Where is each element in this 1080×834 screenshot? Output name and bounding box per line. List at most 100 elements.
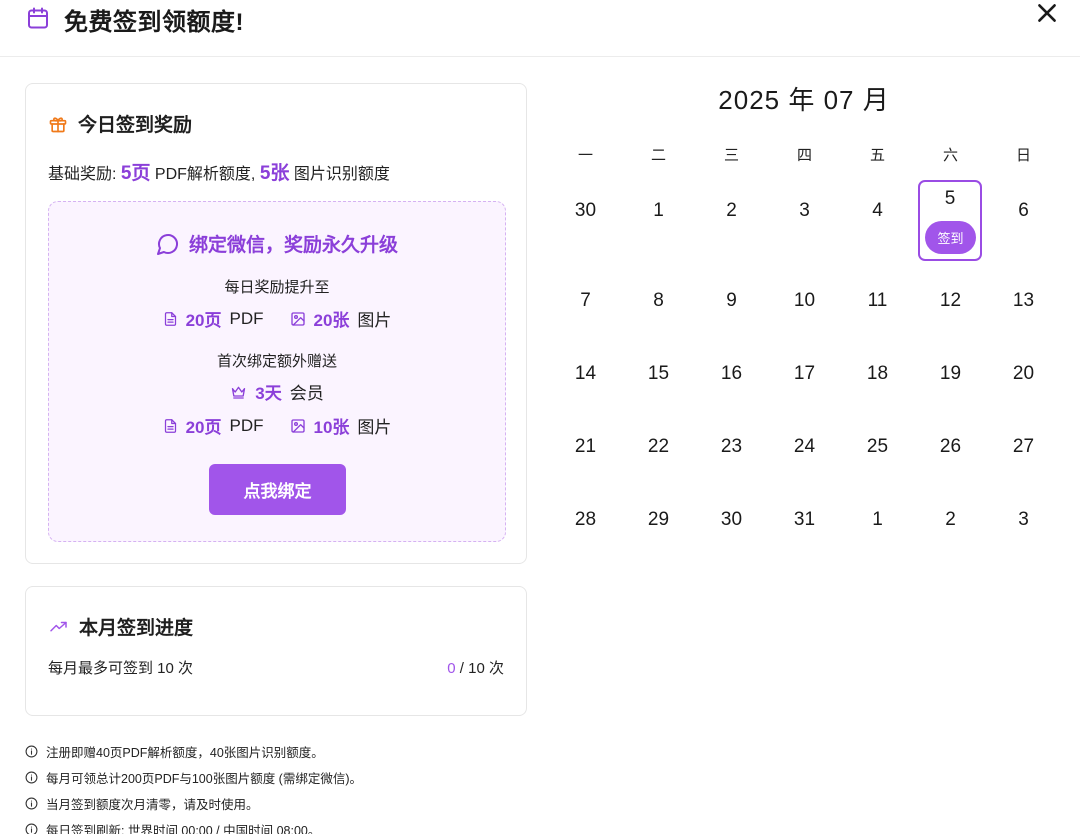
checkin-button[interactable]: 签到	[925, 221, 976, 254]
weekday-label: 日	[1015, 147, 1031, 164]
calendar-day: 1	[872, 509, 883, 530]
weekday-label: 二	[650, 147, 666, 164]
calendar-day: 9	[726, 290, 737, 311]
daily-reward-card: 今日签到奖励 基础奖励: 5页 PDF解析额度, 5张 图片识别额度 绑定微信，…	[25, 83, 527, 564]
calendar-day: 2	[945, 509, 956, 530]
base-reward-line: 基础奖励: 5页 PDF解析额度, 5张 图片识别额度	[48, 158, 390, 185]
info-icon	[25, 745, 38, 757]
calendar-day: 20	[1012, 363, 1035, 384]
calendar-day: 22	[647, 436, 670, 457]
note-text: 注册即赠40页PDF解析额度，40张图片识别额度。	[46, 745, 324, 760]
calendar-day: 1	[653, 200, 664, 221]
base-pdf-amount: 5页	[120, 163, 151, 184]
calendar-icon	[28, 7, 48, 29]
calendar-day: 24	[793, 436, 816, 457]
weekday-label: 一	[577, 147, 593, 164]
document-icon	[164, 418, 176, 433]
calendar-day: 10	[793, 290, 816, 311]
note-text: 每月可领总计200页PDF与100张图片额度 (需绑定微信)。	[46, 771, 363, 786]
daily-pdf-amount: 20页	[185, 311, 222, 330]
calendar-day: 3	[1018, 509, 1029, 530]
calendar-day: 7	[580, 290, 591, 311]
bind-wechat-heading: 绑定微信，奖励永久升级	[49, 230, 505, 257]
vip-amount: 3天	[255, 384, 282, 403]
info-icon	[25, 823, 38, 834]
calendar-day: 30	[720, 509, 743, 530]
bind-wechat-panel: 绑定微信，奖励永久升级 每日奖励提升至 20页 PDF 20张 图片 首次绑定额…	[48, 201, 506, 542]
monthly-progress-title: 本月签到进度	[79, 618, 194, 639]
calendar-day: 29	[647, 509, 670, 530]
dialog-title: 免费签到领额度!	[64, 9, 244, 36]
first-image-text: 图片	[357, 418, 392, 437]
calendar-day: 21	[574, 436, 597, 457]
info-icon	[25, 797, 38, 809]
base-image-text: 图片识别额度	[289, 166, 390, 183]
calendar-day: 30	[574, 200, 597, 221]
vip-reward-row: 3天 会员	[49, 379, 505, 404]
first-pdf-amount: 20页	[185, 418, 222, 437]
today-cell[interactable]: 5 签到	[918, 180, 982, 261]
image-icon	[290, 311, 305, 326]
daily-image-amount: 20张	[313, 311, 350, 330]
calendar-day: 17	[793, 363, 816, 384]
calendar-day: 15	[647, 363, 670, 384]
calendar-month-title: 2025 年 07 月	[718, 85, 890, 115]
calendar-day: 19	[939, 363, 962, 384]
monthly-progress-card: 本月签到进度 每月最多可签到 10 次 0 / 10 次	[25, 586, 527, 716]
progress-current: 0	[447, 660, 456, 677]
calendar-day: 4	[872, 200, 883, 221]
calendar-day: 23	[720, 436, 743, 457]
today-date: 5	[944, 188, 956, 209]
close-icon[interactable]	[1034, 0, 1060, 26]
daily-image-reward: 20张 图片	[290, 306, 392, 331]
daily-reward-heading: 今日签到奖励	[48, 110, 192, 137]
daily-reward-title: 今日签到奖励	[78, 115, 193, 136]
first-bind-rewards: 20页 PDF 10张 图片	[49, 413, 505, 438]
monthly-progress-line: 每月最多可签到 10 次 0 / 10 次	[48, 657, 504, 678]
vip-reward: 3天 会员	[230, 379, 324, 404]
bind-wechat-button[interactable]: 点我绑定	[209, 464, 346, 515]
note-item: 每月可领总计200页PDF与100张图片额度 (需绑定微信)。	[25, 764, 362, 790]
notes-list: 注册即赠40页PDF解析额度，40张图片识别额度。 每月可领总计200页PDF与…	[25, 738, 362, 834]
first-image-amount: 10张	[313, 418, 350, 437]
calendar-day: 13	[1012, 290, 1035, 311]
first-pdf-text: PDF	[229, 415, 264, 435]
calendar-day: 18	[866, 363, 889, 384]
note-item: 注册即赠40页PDF解析额度，40张图片识别额度。	[25, 738, 362, 764]
monthly-progress-desc: 每月最多可签到 10 次	[48, 660, 194, 677]
calendar-day: 25	[866, 436, 889, 457]
gift-icon	[49, 116, 67, 132]
calendar-day: 3	[799, 200, 810, 221]
daily-image-text: 图片	[357, 311, 392, 330]
vip-text: 会员	[289, 384, 324, 403]
note-text: 当月签到额度次月清零，请及时使用。	[46, 797, 259, 812]
calendar-day: 12	[939, 290, 962, 311]
weekday-label: 三	[723, 147, 739, 164]
dialog-header: 免费签到领额度!	[0, 0, 1080, 57]
calendar-day: 26	[939, 436, 962, 457]
calendar-day: 27	[1012, 436, 1035, 457]
info-icon	[25, 771, 38, 783]
first-bind-label: 首次绑定额外赠送	[216, 353, 337, 370]
calendar-day: 6	[1018, 200, 1029, 221]
chat-bubble-icon	[156, 233, 178, 255]
daily-pdf-reward: 20页 PDF	[163, 306, 264, 331]
daily-upgrade-label: 每日奖励提升至	[224, 279, 330, 296]
calendar-day: 16	[720, 363, 743, 384]
base-reward-label: 基础奖励:	[48, 166, 121, 183]
progress-total: / 10 次	[455, 660, 504, 677]
crown-icon	[232, 386, 246, 399]
monthly-progress-count: 0 / 10 次	[447, 657, 504, 678]
calendar-day: 28	[574, 509, 597, 530]
monthly-progress-heading: 本月签到进度	[48, 613, 193, 640]
bind-wechat-title: 绑定微信，奖励永久升级	[188, 235, 398, 256]
base-pdf-text: PDF解析额度,	[150, 166, 260, 183]
calendar-day: 11	[867, 290, 888, 311]
calendar-day: 31	[793, 509, 816, 530]
document-icon	[164, 311, 176, 326]
first-pdf-reward: 20页 PDF	[163, 413, 264, 438]
note-item: 每日签到刷新: 世界时间 00:00 / 中国时间 08:00。	[25, 816, 362, 834]
daily-upgrade-rewards: 20页 PDF 20张 图片	[49, 306, 505, 331]
daily-pdf-text: PDF	[229, 308, 264, 328]
first-image-reward: 10张 图片	[290, 413, 392, 438]
